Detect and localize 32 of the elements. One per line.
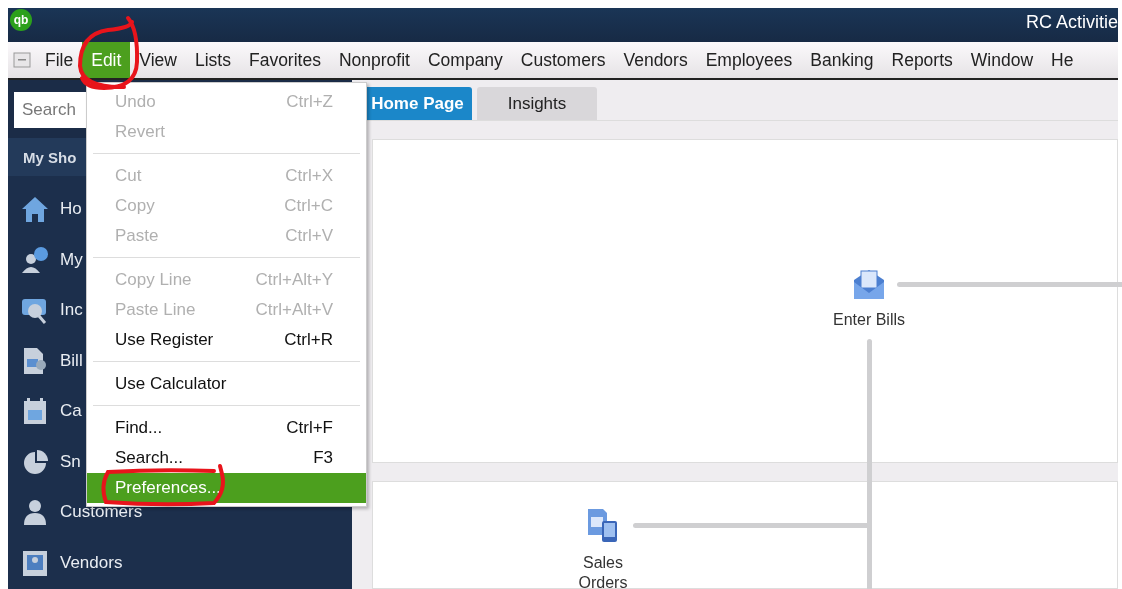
sidebar-item[interactable]: Sn xyxy=(60,451,81,472)
menu-item[interactable]: Company xyxy=(418,42,512,78)
node-label[interactable]: Enter Bills xyxy=(814,310,924,330)
menu-option[interactable]: Find... Ctrl+F xyxy=(87,413,366,443)
menu-item[interactable]: Vendors xyxy=(614,42,697,78)
window-title: RC Activitie xyxy=(1025,11,1118,33)
sidebar-item[interactable]: Bill xyxy=(60,350,83,371)
sidebar-item[interactable]: Vendors xyxy=(60,552,123,573)
menu-option[interactable]: Use Calculator xyxy=(87,369,366,399)
sidebar-item[interactable]: My xyxy=(60,249,83,270)
menu-option[interactable]: Search... F3 xyxy=(87,443,366,473)
menu-item[interactable]: Favorites xyxy=(239,42,330,78)
sidebar-item[interactable]: Inc xyxy=(60,300,83,321)
menu-item[interactable]: He xyxy=(1042,42,1083,78)
person-badge-icon xyxy=(20,244,50,275)
node-label[interactable]: Sales Orders xyxy=(573,553,633,589)
sidebar-item[interactable]: Ca xyxy=(60,401,82,422)
menu-item[interactable]: Banking xyxy=(801,42,883,78)
menu-item[interactable]: View xyxy=(130,42,186,78)
tab[interactable]: Insights xyxy=(477,87,597,120)
menu-item[interactable]: Reports xyxy=(882,42,962,78)
home-icon xyxy=(20,194,50,225)
menu-item[interactable]: Employees xyxy=(696,42,802,78)
menu-item[interactable]: Window xyxy=(961,42,1043,78)
menu-item[interactable]: File xyxy=(36,42,83,78)
system-menu-icon[interactable] xyxy=(12,50,32,70)
app-logo: qb xyxy=(10,9,32,31)
menu-option[interactable]: Use Register Ctrl+R xyxy=(87,325,366,355)
menu-item[interactable]: Nonprofit xyxy=(329,42,419,78)
menu-item[interactable]: Lists xyxy=(186,42,240,78)
menu-item[interactable]: Customers xyxy=(511,42,615,78)
sidebar-item[interactable]: Ho xyxy=(60,199,82,220)
